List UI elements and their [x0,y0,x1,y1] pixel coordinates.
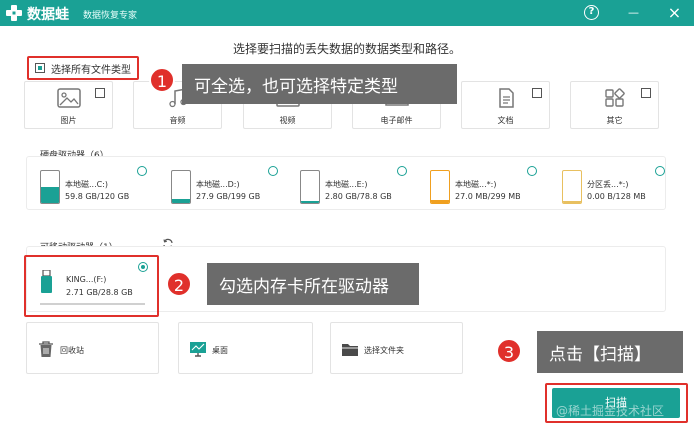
drive-radio[interactable] [527,166,537,176]
drive-usage-fill [431,200,449,203]
callout-text: 点击【扫描】 [549,344,651,365]
type-label: 音频 [169,116,186,125]
select-all-check-icon[interactable] [35,63,45,73]
drive-usage-fill [172,198,190,203]
drive-recovery[interactable]: 本地磁...*:) 27.0 MB/299 MB [430,166,550,220]
drive-icon [430,170,450,204]
callout-2: 勾选内存卡所在驱动器 [207,263,419,305]
drive-size: 59.8 GB/120 GB [65,192,130,201]
drive-icon [300,170,320,204]
drive-icon [40,170,60,204]
app-name: 数据蛙 [27,7,69,23]
document-icon [499,88,514,108]
drive-king-f[interactable]: KING...(F:) 2.71 GB/28.8 GB [30,262,150,312]
drive-name: 本地磁...D:) [196,180,240,189]
type-checkbox[interactable] [95,88,105,98]
drive-name: 本地磁...C:) [65,180,109,189]
type-card-image[interactable]: 图片 [24,81,113,129]
close-button[interactable]: × [667,5,682,21]
drive-usage-fill [301,201,319,203]
usb-drive-icon [41,270,52,293]
type-checkbox[interactable] [641,88,651,98]
location-label: 选择文件夹 [364,346,404,355]
image-icon [57,88,81,108]
drive-name: KING...(F:) [66,275,107,284]
drive-usage-bar [40,303,145,305]
title-bar: 数据蛙 数据恢复专家 ? — × [0,0,694,26]
callout-number-2: 2 [166,271,192,297]
location-select-folder[interactable]: 选择文件夹 [330,322,463,374]
type-checkbox[interactable] [532,88,542,98]
watermark: @稀土掘金技术社区 [556,404,665,418]
drive-radio[interactable] [655,166,665,176]
desktop-icon [190,342,206,357]
drive-usage-fill [41,187,59,203]
drive-name: 分区丢...*:) [587,180,629,189]
folder-icon [342,344,358,356]
select-all-checkbox[interactable]: 选择所有文件类型 [27,57,139,79]
drive-radio[interactable] [268,166,278,176]
drive-size: 2.80 GB/78.8 GB [325,192,392,201]
minimize-button[interactable]: — [626,5,641,20]
location-label: 回收站 [60,346,84,355]
app-subtitle: 数据恢复专家 [83,11,138,21]
callout-text: 可全选，也可选择特定类型 [194,76,398,97]
drive-icon [562,170,582,204]
drive-radio[interactable] [397,166,407,176]
drive-size: 2.71 GB/28.8 GB [66,288,133,297]
drive-size: 27.9 GB/199 GB [196,192,261,201]
callout-3: 点击【扫描】 [537,331,683,373]
drive-radio-selected[interactable] [138,262,148,272]
type-label: 图片 [60,116,77,125]
location-desktop[interactable]: 桌面 [178,322,313,374]
callout-number-1: 1 [149,67,175,93]
drive-e[interactable]: 本地磁...E:) 2.80 GB/78.8 GB [300,166,420,220]
type-label: 电子邮件 [380,116,413,125]
callout-number-3: 3 [496,338,522,364]
drive-icon [171,170,191,204]
drive-usage-fill [563,201,581,203]
type-label: 视频 [279,116,296,125]
other-icon [605,88,625,107]
page-heading: 选择要扫描的丢失数据的数据类型和路径。 [232,42,461,56]
type-label: 其它 [606,116,623,125]
select-all-label: 选择所有文件类型 [51,64,131,76]
drive-radio[interactable] [137,166,147,176]
drive-name: 本地磁...*:) [455,180,497,189]
drive-d[interactable]: 本地磁...D:) 27.9 GB/199 GB [171,166,291,220]
recycle-bin-icon [39,341,53,357]
drive-lost-partition[interactable]: 分区丢...*:) 0.00 B/128 MB [562,166,682,220]
type-card-other[interactable]: 其它 [570,81,659,129]
drive-c[interactable]: 本地磁...C:) 59.8 GB/120 GB [40,166,160,220]
callout-text: 勾选内存卡所在驱动器 [219,276,389,297]
help-icon[interactable]: ? [584,5,599,20]
type-card-document[interactable]: 文档 [461,81,550,129]
callout-1: 可全选，也可选择特定类型 [182,64,457,104]
type-label: 文档 [497,116,514,125]
drive-size: 27.0 MB/299 MB [455,192,521,201]
app-logo-icon [6,5,22,21]
location-recycle-bin[interactable]: 回收站 [26,322,159,374]
drive-name: 本地磁...E:) [325,180,368,189]
location-label: 桌面 [212,346,228,355]
drive-size: 0.00 B/128 MB [587,192,646,201]
